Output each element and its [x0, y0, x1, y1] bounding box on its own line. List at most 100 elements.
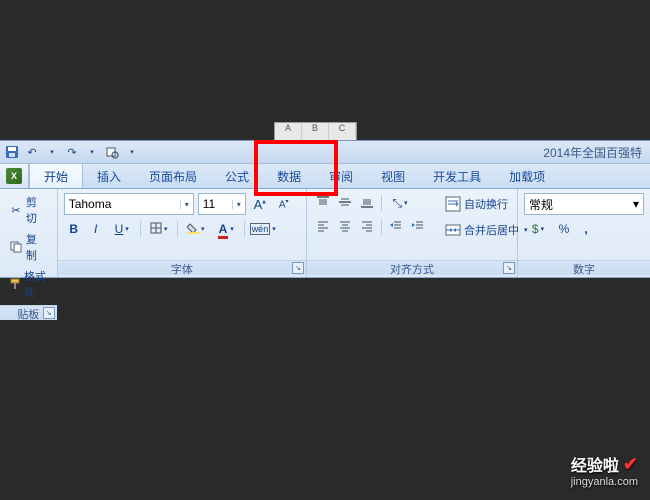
align-top-button[interactable] [313, 193, 333, 213]
wrap-label: 自动换行 [464, 196, 508, 212]
copy-button[interactable]: 复制 [6, 230, 51, 264]
bold-button[interactable]: B [64, 219, 84, 239]
orientation-button[interactable]: ⤡▾ [386, 193, 414, 213]
chevron-down-icon: ▾ [125, 225, 129, 233]
tab-addin[interactable]: 加载项 [495, 164, 559, 188]
increase-indent-button[interactable] [408, 217, 428, 237]
undo-icon[interactable]: ↶ [24, 144, 40, 160]
dialog-launcher-icon[interactable]: ↘ [292, 262, 304, 274]
group-label-font: 字体 ↘ [58, 260, 306, 275]
border-icon [150, 222, 162, 237]
font-size-value: 11 [203, 197, 215, 211]
bold-icon: B [69, 222, 78, 236]
col-header: C [329, 123, 356, 141]
group-alignment: ⤡▾ 自动换行 [307, 189, 518, 277]
font-color-button[interactable]: A ▾ [212, 219, 240, 239]
separator [244, 221, 245, 237]
tab-review[interactable]: 审阅 [315, 164, 367, 188]
align-center-button[interactable] [335, 217, 355, 237]
align-left-icon [317, 220, 329, 235]
ribbon: ✂ 剪切 复制 格式刷 [0, 189, 650, 278]
checkmark-icon: ✔ [623, 454, 638, 475]
group-label-align: 对齐方式 ↘ [307, 260, 517, 275]
decrease-indent-icon [390, 220, 402, 235]
separator [381, 195, 382, 211]
align-bottom-button[interactable] [357, 193, 377, 213]
orientation-icon: ⤡ [392, 196, 402, 211]
percent-button[interactable]: % [554, 219, 574, 239]
align-left-button[interactable] [313, 217, 333, 237]
chevron-down-icon: ▾ [164, 225, 168, 233]
dialog-launcher-icon[interactable]: ↘ [43, 307, 55, 319]
underline-icon: U [115, 222, 124, 236]
paintbrush-icon [9, 277, 21, 291]
dialog-launcher-icon[interactable]: ↘ [503, 262, 515, 274]
merge-label: 合并后居中 [464, 222, 519, 238]
font-name-value: Tahoma [69, 197, 112, 211]
document-title: 2014年全国百强特 [543, 144, 646, 161]
group-font: Tahoma ▾ 11 ▾ A▴ A▾ B I U▾ [58, 189, 307, 277]
chevron-down-icon: ▾ [180, 200, 189, 209]
align-middle-button[interactable] [335, 193, 355, 213]
chevron-down-icon: ▾ [272, 225, 276, 233]
fill-color-button[interactable]: ▾ [182, 219, 210, 239]
tab-insert[interactable]: 插入 [83, 164, 135, 188]
format-painter-button[interactable]: 格式刷 [6, 267, 51, 301]
redo-icon[interactable]: ↷ [64, 144, 80, 160]
watermark-text: 经验啦 [571, 452, 619, 476]
spreadsheet-peek: A B C [274, 122, 357, 142]
font-size-combo[interactable]: 11 ▾ [198, 193, 246, 215]
comma-button[interactable]: , [576, 219, 596, 239]
paint-label: 格式刷 [24, 268, 48, 300]
ribbon-tabs: X 开始 插入 页面布局 公式 数据 审阅 视图 开发工具 加载项 [0, 164, 650, 189]
save-icon[interactable] [4, 144, 20, 160]
dropdown-icon[interactable]: ▾ [84, 144, 100, 160]
align-right-icon [361, 220, 373, 235]
font-name-combo[interactable]: Tahoma ▾ [64, 193, 194, 215]
currency-button[interactable]: $▾ [524, 219, 552, 239]
chevron-down-icon: ▾ [633, 197, 639, 211]
cut-button[interactable]: ✂ 剪切 [6, 193, 51, 227]
decrease-indent-button[interactable] [386, 217, 406, 237]
separator [381, 219, 382, 235]
cut-label: 剪切 [26, 194, 48, 226]
italic-button[interactable]: I [86, 219, 106, 239]
chevron-down-icon: ▾ [232, 200, 241, 209]
tab-data[interactable]: 数据 [263, 164, 315, 188]
italic-icon: I [94, 222, 97, 236]
chevron-down-icon: ▾ [201, 225, 205, 233]
shrink-font-button[interactable]: A▾ [274, 194, 294, 214]
align-bottom-icon [361, 196, 373, 211]
tab-dev[interactable]: 开发工具 [419, 164, 495, 188]
percent-icon: % [559, 222, 570, 236]
chevron-down-icon: ▾ [404, 199, 408, 207]
tab-formula[interactable]: 公式 [211, 164, 263, 188]
phonetic-icon: wén [250, 223, 271, 235]
col-header: B [302, 123, 329, 141]
underline-button[interactable]: U▾ [108, 219, 136, 239]
border-button[interactable]: ▾ [145, 219, 173, 239]
excel-logo-icon: X [6, 168, 22, 184]
phonetic-button[interactable]: wén ▾ [249, 219, 277, 239]
number-format-combo[interactable]: 常规 ▾ [524, 193, 644, 215]
shrink-font-icon: A▾ [279, 198, 289, 210]
wrap-text-icon [445, 196, 461, 212]
merge-icon [445, 222, 461, 238]
dropdown-icon[interactable]: ▾ [44, 144, 60, 160]
col-header: A [275, 123, 302, 141]
group-label-number: 数字 [518, 260, 650, 275]
print-preview-icon[interactable] [104, 144, 120, 160]
tab-home[interactable]: 开始 [29, 164, 83, 188]
grow-font-button[interactable]: A▴ [250, 194, 270, 214]
tab-layout[interactable]: 页面布局 [135, 164, 211, 188]
tab-view[interactable]: 视图 [367, 164, 419, 188]
comma-icon: , [584, 222, 587, 236]
chevron-down-icon: ▾ [541, 225, 545, 233]
separator [177, 221, 178, 237]
align-right-button[interactable] [357, 217, 377, 237]
office-button[interactable]: X [0, 164, 29, 188]
bucket-icon [187, 222, 199, 237]
copy-label: 复制 [26, 231, 48, 263]
copy-icon [9, 240, 23, 254]
qat-customize-icon[interactable]: ▾ [124, 144, 140, 160]
